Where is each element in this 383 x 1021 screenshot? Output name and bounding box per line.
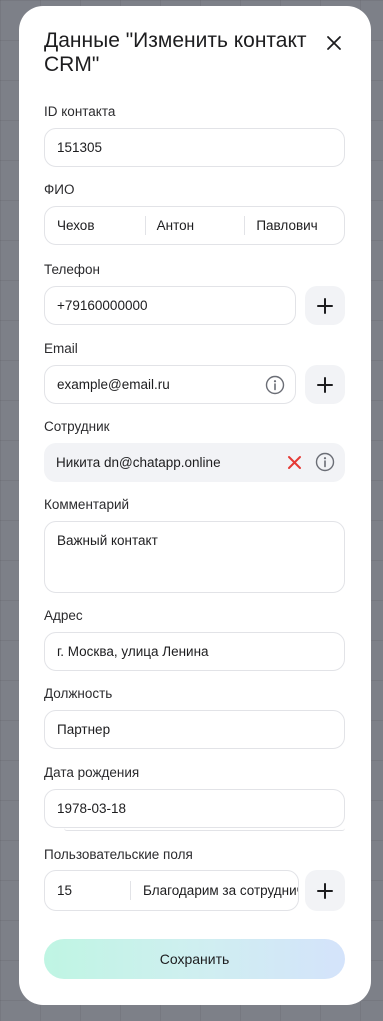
remove-employee-icon[interactable] (287, 455, 302, 470)
close-icon[interactable] (321, 30, 347, 56)
position-field[interactable]: Партнер (44, 710, 345, 749)
last-name-input[interactable]: Чехов (45, 207, 145, 244)
plus-icon (317, 297, 333, 314)
add-email-button[interactable] (305, 365, 345, 404)
last-name-value: Чехов (57, 218, 95, 233)
save-button[interactable]: Сохранить (44, 939, 345, 979)
address-value: г. Москва, улица Ленина (57, 644, 209, 659)
contact-id-label: ID контакта (44, 104, 116, 119)
first-name-input[interactable]: Антон (144, 207, 245, 244)
custom-field-text-input[interactable]: Благодарим за сотрудничество (131, 871, 298, 910)
address-field[interactable]: г. Москва, улица Ленина (44, 632, 345, 671)
plus-icon (317, 882, 333, 899)
comment-value: Важный контакт (57, 533, 158, 548)
contact-id-field[interactable]: 151305 (44, 128, 345, 167)
save-button-label: Сохранить (159, 951, 230, 967)
custom-field-id-input[interactable]: 15 (45, 871, 131, 910)
custom-field-row: 15 Благодарим за сотрудничество (44, 870, 299, 911)
position-label: Должность (44, 686, 113, 701)
birth-date-value: 1978-03-18 (57, 801, 127, 816)
employee-value: Никита dn@chatapp.online (56, 455, 221, 470)
full-name-label: ФИО (44, 182, 75, 197)
modal-title: Данные "Изменить контакт CRM" (44, 29, 307, 76)
comment-label: Комментарий (44, 497, 130, 512)
middle-name-value: Павлович (256, 218, 318, 233)
custom-fields-label: Пользовательские поля (44, 847, 193, 862)
birth-date-field[interactable]: 1978-03-18 (44, 789, 345, 828)
custom-field-id-value: 15 (57, 883, 73, 898)
edit-contact-modal: Данные "Изменить контакт CRM" ID контакт… (19, 6, 371, 1005)
info-icon[interactable] (265, 375, 285, 395)
add-phone-button[interactable] (305, 286, 345, 325)
email-value: example@email.ru (57, 377, 170, 392)
full-name-field: Чехов Антон Павлович (44, 206, 345, 245)
custom-field-text-value: Благодарим за сотрудничество (143, 883, 298, 898)
contact-id-value: 151305 (57, 140, 103, 155)
phone-value: +79160000000 (57, 298, 148, 313)
add-custom-field-button[interactable] (305, 870, 345, 911)
email-field[interactable]: example@email.ru (44, 365, 296, 404)
phone-field[interactable]: +79160000000 (44, 286, 296, 325)
employee-select[interactable]: Никита dn@chatapp.online (44, 443, 345, 482)
middle-name-input[interactable]: Павлович (244, 207, 344, 244)
birth-date-label: Дата рождения (44, 765, 140, 780)
comment-textarea[interactable]: Важный контакт (44, 521, 345, 593)
email-label: Email (44, 341, 78, 356)
position-value: Партнер (57, 722, 111, 737)
employee-label: Сотрудник (44, 419, 110, 434)
info-icon[interactable] (315, 452, 335, 472)
phone-label: Телефон (44, 262, 101, 277)
first-name-value: Антон (156, 218, 195, 233)
address-label: Адрес (44, 608, 83, 623)
plus-icon (317, 376, 333, 393)
field-divider (64, 828, 345, 831)
